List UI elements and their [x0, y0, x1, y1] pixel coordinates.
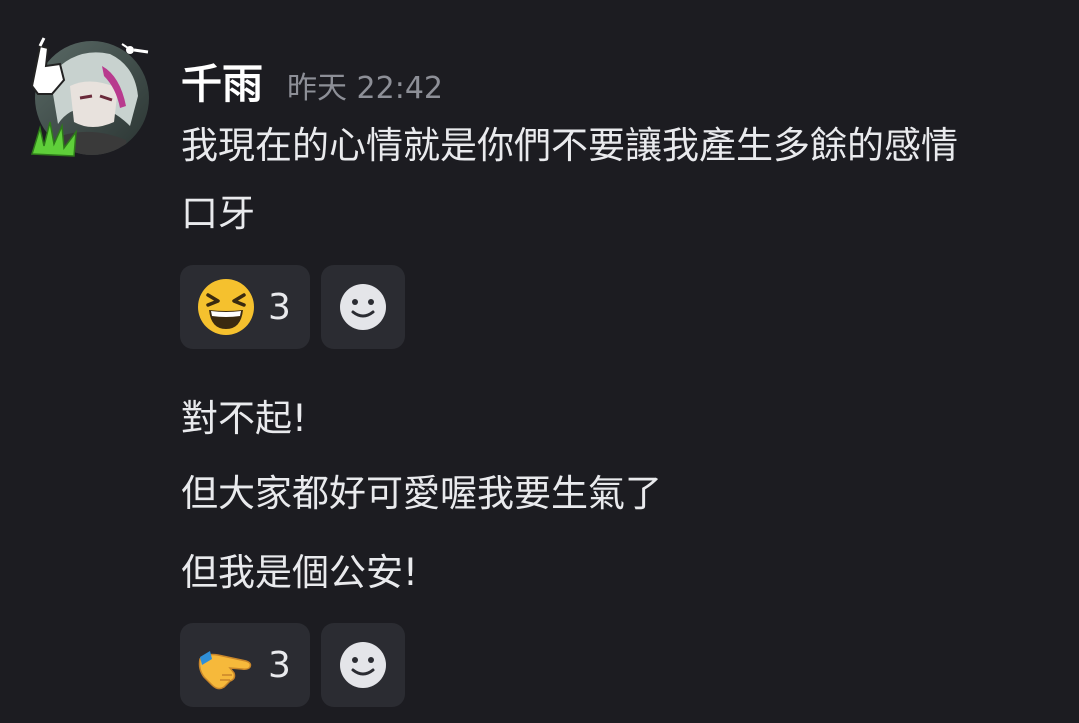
- reaction-laughing[interactable]: 3: [180, 265, 310, 349]
- message-line: 口牙: [181, 192, 255, 235]
- timestamp: 昨天 22:42: [287, 71, 443, 106]
- message-line: 但我是個公安!: [181, 551, 418, 594]
- user-avatar[interactable]: [30, 36, 150, 158]
- laughing-squinting-face-icon: [198, 279, 254, 335]
- message-line: 我現在的心情就是你們不要讓我產生多餘的感情: [181, 124, 958, 167]
- message-line: 但大家都好可愛喔我要生氣了: [181, 472, 662, 515]
- reaction-count: 3: [268, 286, 291, 328]
- chat-view: 千雨 昨天 22:42 我現在的心情就是你們不要讓我產生多餘的感情 口牙 3 對…: [0, 0, 1079, 723]
- reaction-pointing-hand[interactable]: 3: [180, 623, 310, 707]
- message-line: 對不起!: [181, 397, 307, 440]
- add-reaction-button[interactable]: [321, 265, 405, 349]
- pointing-hand-icon: [198, 651, 252, 690]
- smiley-add-reaction-icon: [340, 284, 386, 330]
- message-header: 千雨 昨天 22:42: [181, 50, 443, 110]
- reaction-count: 3: [268, 644, 291, 686]
- username[interactable]: 千雨: [181, 50, 263, 110]
- hand-decoration-icon: [30, 37, 66, 95]
- smiley-add-reaction-icon: [340, 642, 386, 688]
- add-reaction-button[interactable]: [321, 623, 405, 707]
